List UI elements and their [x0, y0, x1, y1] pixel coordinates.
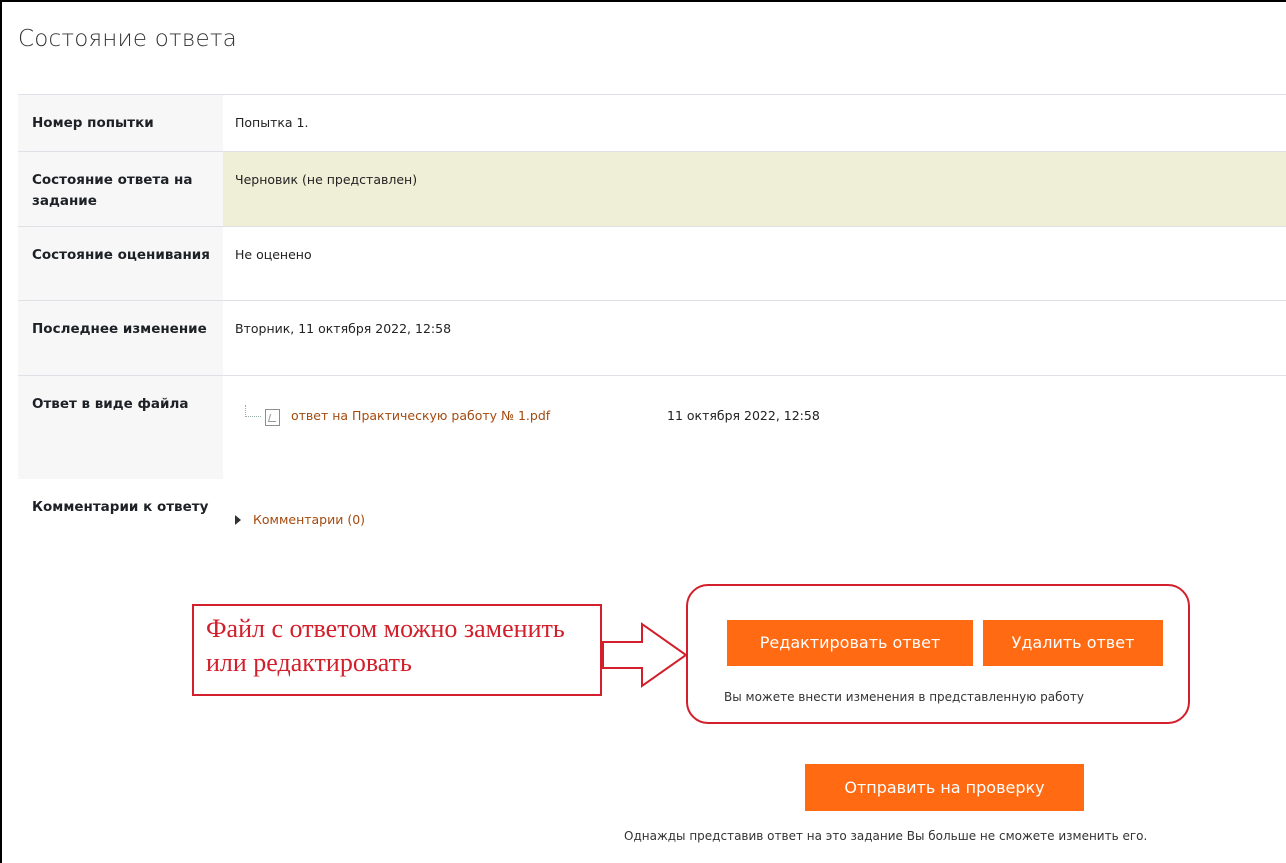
pdf-file-icon	[265, 409, 280, 426]
file-link[interactable]: ответ на Практическую работу № 1.pdf	[291, 407, 550, 425]
row-label-file-submission: Ответ в виде файла	[18, 375, 223, 479]
table-row: Состояние оценивания Не оценено	[18, 226, 1286, 301]
row-value-last-modified: Вторник, 11 октября 2022, 12:58	[223, 300, 1286, 376]
divider-gap	[632, 476, 1064, 479]
row-label-grading-status: Состояние оценивания	[18, 226, 223, 301]
edit-hint: Вы можете внести изменения в представлен…	[724, 690, 1084, 704]
row-label-attempt: Номер попытки	[18, 94, 223, 152]
tree-connector-icon	[245, 405, 261, 417]
file-tree-item: ответ на Практическую работу № 1.pdf 11 …	[235, 395, 1274, 455]
row-label-last-modified: Последнее изменение	[18, 300, 223, 376]
row-label-submission-status: Состояние ответа на задание	[18, 151, 223, 227]
triangle-right-icon	[235, 514, 241, 525]
table-row: Ответ в виде файла ответ на Практическую…	[18, 375, 1286, 479]
submit-for-grading-button[interactable]: Отправить на проверку	[805, 764, 1084, 811]
row-label-comments: Комментарии к ответу	[18, 478, 223, 554]
table-row: Последнее изменение Вторник, 11 октября …	[18, 300, 1286, 376]
row-value-comments: Комментарии (0)	[223, 479, 1286, 554]
file-date: 11 октября 2022, 12:58	[667, 408, 820, 423]
submit-hint: Однажды представив ответ на это задание …	[624, 829, 1148, 843]
row-value-file-submission: ответ на Практическую работу № 1.pdf 11 …	[223, 375, 1286, 479]
row-value-submission-status: Черновик (не представлен)	[223, 151, 1286, 227]
comments-link[interactable]: Комментарии (0)	[253, 511, 365, 529]
submission-status-table: Номер попытки Попытка 1. Состояние ответ…	[18, 94, 1286, 554]
page-title: Состояние ответа	[18, 26, 237, 52]
comments-toggle[interactable]: Комментарии (0)	[235, 511, 365, 529]
arrow-right-icon	[602, 622, 688, 688]
remove-submission-button[interactable]: Удалить ответ	[983, 620, 1163, 666]
table-row: Комментарии к ответу Комментарии (0)	[18, 478, 1286, 554]
table-row: Номер попытки Попытка 1.	[18, 94, 1286, 152]
table-row: Состояние ответа на задание Черновик (не…	[18, 151, 1286, 227]
row-value-attempt: Попытка 1.	[223, 94, 1286, 152]
annotation-callout: Файл с ответом можно заменить или редакт…	[192, 604, 602, 696]
edit-submission-button[interactable]: Редактировать ответ	[727, 620, 973, 666]
row-value-grading-status: Не оценено	[223, 226, 1286, 301]
